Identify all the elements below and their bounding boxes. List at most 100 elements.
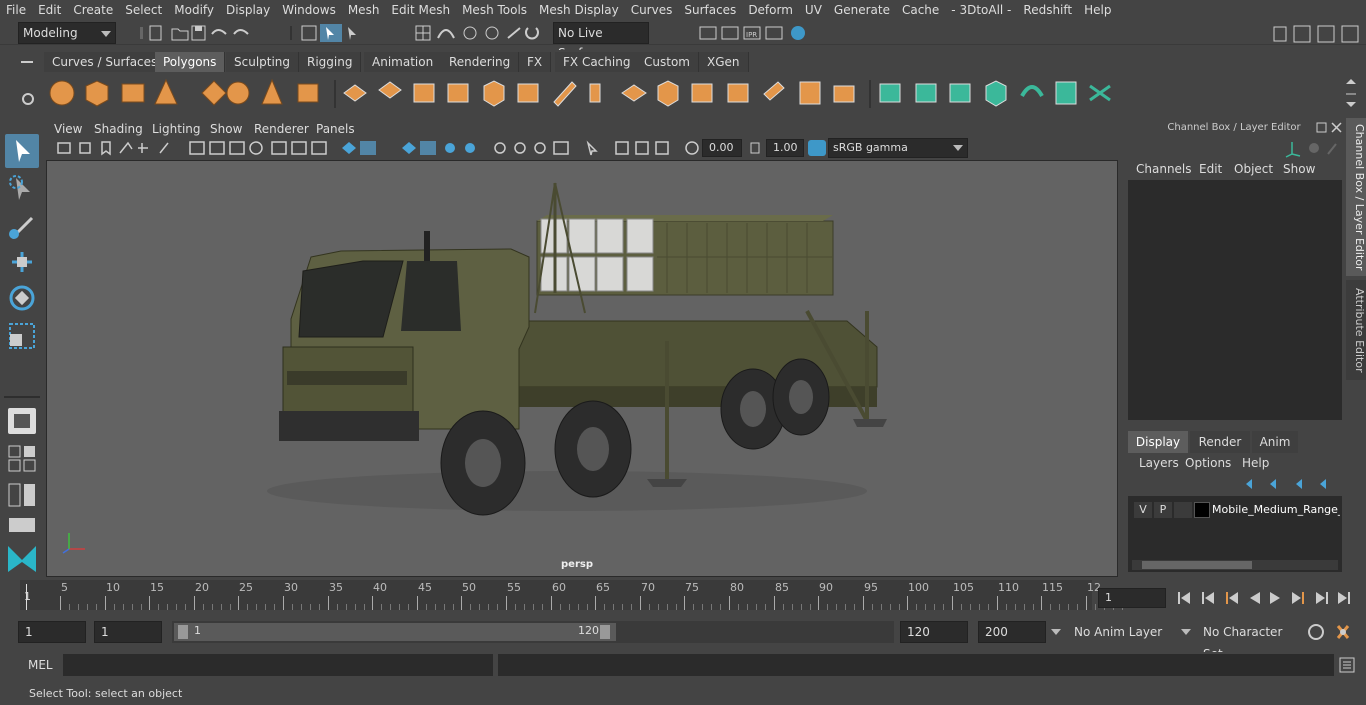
poly-pipe-icon[interactable] — [297, 83, 319, 103]
xray-icon[interactable] — [360, 141, 376, 155]
cb-menu-object[interactable]: Object — [1234, 162, 1273, 176]
anim-layer-dropdown[interactable]: No Anim Layer — [1068, 621, 1176, 643]
safe-title-icon[interactable] — [635, 141, 649, 155]
menu-curves[interactable]: Curves — [625, 0, 679, 20]
poly-pyramid-icon[interactable] — [261, 78, 283, 105]
select-component-icon[interactable] — [348, 27, 356, 40]
menu-edit[interactable]: Edit — [32, 0, 67, 20]
go-to-end-icon[interactable] — [1338, 592, 1350, 604]
redo-icon[interactable] — [233, 29, 249, 35]
camera-attr-icon[interactable] — [79, 142, 91, 154]
shelf-tab-custom[interactable]: Custom — [636, 52, 699, 72]
shelf-tab-polygons[interactable]: Polygons — [155, 52, 226, 72]
anim-prefs-icon[interactable] — [1336, 625, 1350, 639]
play-forward-icon[interactable] — [1270, 592, 1280, 604]
chevron-down-icon[interactable] — [1050, 626, 1062, 638]
step-back-frame-icon[interactable] — [1226, 592, 1238, 604]
viewport-menu-show[interactable]: Show — [210, 122, 242, 136]
shelf-tab-fx[interactable]: FX — [519, 52, 552, 72]
shelf-tab-fx-caching[interactable]: FX Caching — [555, 52, 640, 72]
shelf-settings-icon[interactable] — [22, 93, 34, 105]
uv-layout-icon[interactable] — [1055, 81, 1077, 105]
save-scene-icon[interactable] — [191, 25, 206, 41]
ao-icon[interactable] — [291, 141, 307, 155]
shelf-tab-sculpting[interactable]: Sculpting — [226, 52, 300, 72]
move-tool-icon[interactable] — [12, 252, 32, 272]
gate-icon[interactable] — [534, 142, 546, 154]
aa-icon[interactable] — [494, 142, 506, 154]
ipr-icon[interactable]: IPR — [743, 26, 761, 40]
layer-menu-options[interactable]: Options — [1185, 456, 1231, 470]
merge-icon[interactable] — [799, 81, 821, 105]
uv-cylindrical-icon[interactable] — [915, 83, 937, 103]
mirror-icon[interactable] — [447, 83, 469, 103]
menu-select[interactable]: Select — [119, 0, 168, 20]
menu-generate[interactable]: Generate — [828, 0, 896, 20]
chevron-down-icon[interactable] — [1180, 626, 1192, 638]
mel-label[interactable]: MEL — [28, 658, 53, 672]
viewport-menu-lighting[interactable]: Lighting — [152, 122, 201, 136]
layer-name[interactable]: Mobile_Medium_Range_ — [1212, 502, 1340, 518]
channel-list[interactable] — [1128, 180, 1342, 420]
viewport-menu-renderer[interactable]: Renderer — [254, 122, 309, 136]
snap-surface-icon[interactable] — [507, 27, 521, 39]
close-panel-icon[interactable] — [1331, 122, 1342, 133]
fill-hole-icon[interactable] — [621, 84, 647, 102]
smooth-shade-icon[interactable] — [209, 141, 225, 155]
settings-icon[interactable] — [1341, 25, 1359, 43]
character-set-dropdown[interactable]: No Character Set — [1197, 621, 1301, 661]
isolate-select-icon[interactable] — [342, 142, 356, 154]
play-backward-icon[interactable] — [1250, 592, 1260, 604]
extrude-icon[interactable] — [483, 80, 505, 107]
layer-tab-anim[interactable]: Anim — [1252, 431, 1298, 453]
menu-create[interactable]: Create — [67, 0, 119, 20]
color-management-icon[interactable] — [808, 140, 826, 156]
menu-mesh[interactable]: Mesh — [342, 0, 386, 20]
uv-spherical-icon[interactable] — [949, 83, 971, 103]
render-frame-icon[interactable] — [699, 26, 717, 40]
multi-cut-icon[interactable] — [657, 80, 679, 107]
layout-icon[interactable] — [1317, 25, 1335, 43]
move-layer-down-icon[interactable] — [1270, 479, 1276, 489]
live-surface-field[interactable]: No Live Surface — [553, 22, 649, 60]
select-object-icon[interactable] — [320, 24, 342, 42]
camera-select-icon[interactable] — [57, 142, 71, 154]
layer-menu-help[interactable]: Help — [1242, 456, 1269, 470]
bookmark-icon[interactable] — [101, 141, 111, 156]
layer-playback-toggle[interactable]: P — [1154, 502, 1172, 518]
ssao-icon[interactable] — [514, 142, 526, 154]
delete-edge-icon[interactable] — [833, 85, 855, 103]
uv-auto-icon[interactable] — [985, 80, 1007, 107]
resolution-gate-icon[interactable] — [553, 141, 569, 155]
script-editor-icon[interactable] — [1338, 656, 1358, 674]
shelf-tab-rendering[interactable]: Rendering — [441, 52, 520, 72]
menu-mesh-display[interactable]: Mesh Display — [533, 0, 625, 20]
workspace-icon[interactable] — [1273, 26, 1287, 42]
menu-redshift[interactable]: Redshift — [1017, 0, 1078, 20]
connect-icon[interactable] — [727, 83, 749, 103]
menu-cache[interactable]: Cache — [896, 0, 945, 20]
layer-menu-layers[interactable]: Layers — [1139, 456, 1179, 470]
shelf-tab-xgen[interactable]: XGen — [699, 52, 749, 72]
new-layer-icon[interactable] — [1296, 479, 1302, 489]
uv-unfold-icon[interactable] — [1020, 85, 1044, 98]
playback-start-field[interactable]: 1 — [94, 621, 162, 643]
menu-uv[interactable]: UV — [799, 0, 828, 20]
range-slider-bar[interactable]: 1 120 — [174, 623, 616, 641]
safe-action-icon[interactable] — [615, 141, 629, 155]
poly-cone-icon[interactable] — [154, 78, 178, 105]
menu-3dtoall[interactable]: - 3DtoAll - — [945, 0, 1017, 20]
snap-point-icon[interactable] — [463, 26, 477, 40]
select-camera-icon[interactable] — [586, 140, 598, 156]
outliner-icon[interactable] — [9, 518, 35, 532]
menu-mesh-tools[interactable]: Mesh Tools — [456, 0, 533, 20]
layer-tab-display[interactable]: Display — [1128, 431, 1188, 453]
step-forward-frame-icon[interactable] — [1292, 592, 1304, 604]
separate-icon[interactable] — [378, 81, 402, 99]
layout-single-icon[interactable] — [8, 445, 35, 458]
xray-active-icon[interactable] — [420, 141, 436, 155]
menu-surfaces[interactable]: Surfaces — [678, 0, 742, 20]
scale-tool-icon[interactable] — [9, 323, 35, 349]
viewport-menu-shading[interactable]: Shading — [94, 122, 143, 136]
layer-scrollbar-thumb[interactable] — [1142, 561, 1252, 569]
